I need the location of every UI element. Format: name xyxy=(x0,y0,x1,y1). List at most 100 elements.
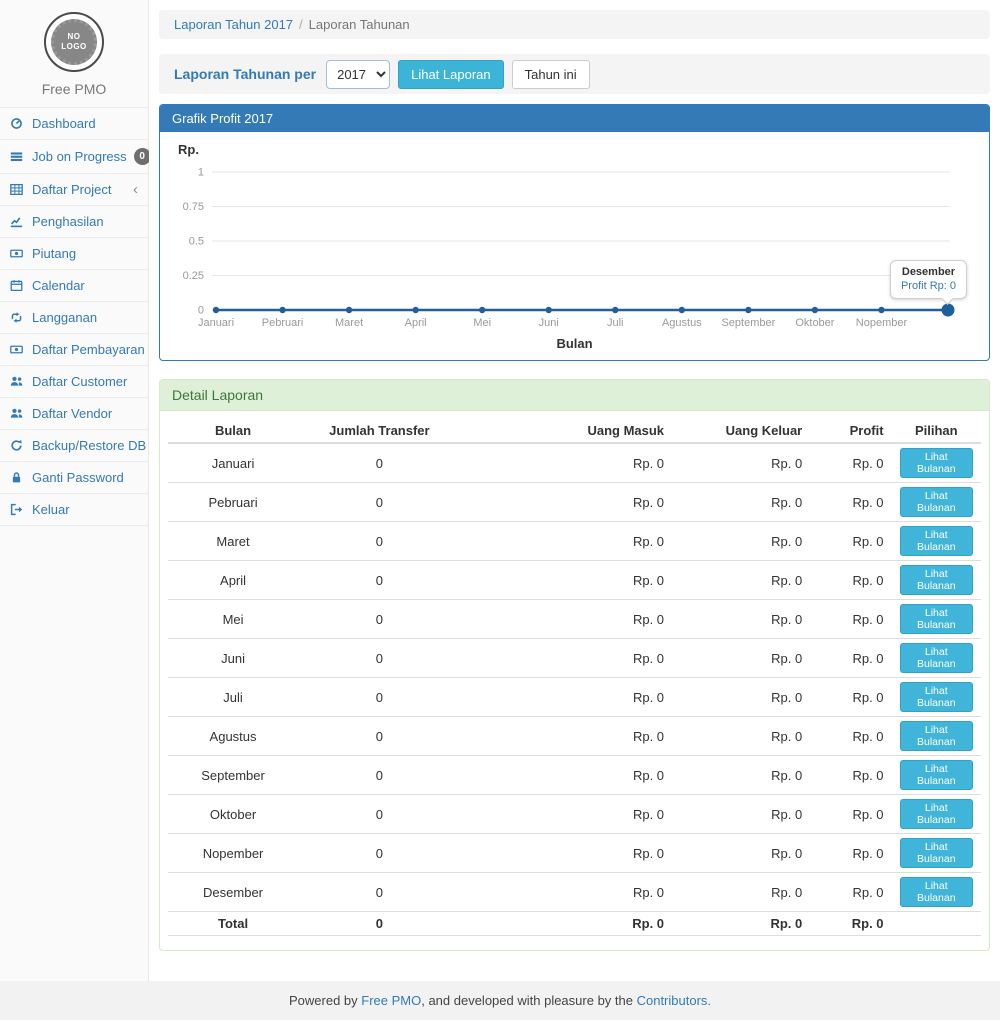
lihat-bulanan-button[interactable]: Lihat Bulanan xyxy=(900,643,973,673)
chart-panel-title: Grafik Profit 2017 xyxy=(160,105,989,132)
sidebar-item-label: Penghasilan xyxy=(32,214,104,229)
detail-table-wrap: BulanJumlah TransferUang MasukUang Kelua… xyxy=(160,411,989,950)
lihat-bulanan-button[interactable]: Lihat Bulanan xyxy=(900,799,973,829)
sidebar-item-dashboard[interactable]: Dashboard xyxy=(0,108,148,140)
x-tick-label: Maret xyxy=(335,317,363,329)
sidebar-item-label: Calendar xyxy=(32,278,85,293)
sidebar-item-label: Langganan xyxy=(32,310,97,325)
toolbar-label: Laporan Tahunan per xyxy=(174,66,316,82)
cell-bulan: Juni xyxy=(168,639,298,678)
cell-uang-masuk: Rp. 0 xyxy=(461,600,672,639)
detail-table: BulanJumlah TransferUang MasukUang Kelua… xyxy=(168,419,981,936)
cell-uang-keluar: Rp. 0 xyxy=(672,522,810,561)
sidebar-item-daftar-customer[interactable]: Daftar Customer xyxy=(0,366,148,398)
x-tick-label: Juni xyxy=(539,317,559,329)
money-icon xyxy=(10,343,25,356)
free-pmo-link[interactable]: Free PMO xyxy=(361,993,421,1008)
x-tick-label: Januari xyxy=(198,317,234,329)
lihat-bulanan-button[interactable]: Lihat Bulanan xyxy=(900,760,973,790)
data-point-september[interactable] xyxy=(745,307,751,313)
refresh-icon xyxy=(10,439,25,452)
data-point-juli[interactable] xyxy=(612,307,618,313)
sidebar-item-calendar[interactable]: Calendar xyxy=(0,270,148,302)
lock-icon xyxy=(10,471,25,484)
report-toolbar: Laporan Tahunan per 2017 Lihat Laporan T… xyxy=(159,54,990,94)
chart-tooltip: Desember Profit Rp: 0 xyxy=(890,260,967,299)
table-row-juni: Juni0Rp. 0Rp. 0Rp. 0Lihat Bulanan xyxy=(168,639,981,678)
sign-out-icon xyxy=(10,503,25,516)
lihat-bulanan-button[interactable]: Lihat Bulanan xyxy=(900,565,973,595)
lihat-bulanan-button[interactable]: Lihat Bulanan xyxy=(900,526,973,556)
cell-profit: Rp. 0 xyxy=(810,483,891,522)
users-icon xyxy=(10,407,25,420)
page: NO LOGO Free PMO DashboardJob on Progres… xyxy=(0,0,1000,981)
table-row-agustus: Agustus0Rp. 0Rp. 0Rp. 0Lihat Bulanan xyxy=(168,717,981,756)
cell-profit: Rp. 0 xyxy=(810,678,891,717)
data-point-agustus[interactable] xyxy=(679,307,685,313)
tooltip-title: Desember xyxy=(901,266,956,278)
cell-uang-masuk: Rp. 0 xyxy=(461,873,672,912)
detail-report-panel: Detail Laporan BulanJumlah TransferUang … xyxy=(159,379,990,951)
sidebar-item-backup-restore-db[interactable]: Backup/Restore DB xyxy=(0,430,148,462)
data-point-desember[interactable] xyxy=(942,304,955,317)
breadcrumb-link[interactable]: Laporan Tahun 2017 xyxy=(174,17,293,32)
data-point-maret[interactable] xyxy=(346,307,352,313)
sidebar-item-keluar[interactable]: Keluar xyxy=(0,494,148,526)
lihat-bulanan-button[interactable]: Lihat Bulanan xyxy=(900,448,973,478)
data-point-pebruari[interactable] xyxy=(279,307,285,313)
cell-uang-keluar: Rp. 0 xyxy=(672,483,810,522)
cell-uang-masuk: Rp. 0 xyxy=(461,443,672,483)
cell-jumlah-transfer: 0 xyxy=(298,522,461,561)
data-point-nopember[interactable] xyxy=(878,307,884,313)
lihat-bulanan-button[interactable]: Lihat Bulanan xyxy=(900,838,973,868)
lihat-bulanan-button[interactable]: Lihat Bulanan xyxy=(900,487,973,517)
sidebar-item-label: Daftar Vendor xyxy=(32,406,112,421)
data-point-oktober[interactable] xyxy=(812,307,818,313)
sidebar-item-daftar-pembayaran[interactable]: Daftar Pembayaran xyxy=(0,334,148,366)
lihat-bulanan-button[interactable]: Lihat Bulanan xyxy=(900,721,973,751)
sidebar-item-daftar-project[interactable]: Daftar Project‹ xyxy=(0,174,148,206)
sidebar-item-label: Job on Progress xyxy=(32,149,127,164)
sidebar-item-penghasilan[interactable]: Penghasilan xyxy=(0,206,148,238)
sidebar-item-label: Dashboard xyxy=(32,116,96,131)
sidebar-item-langganan[interactable]: Langganan xyxy=(0,302,148,334)
y-tick-label: 0.25 xyxy=(183,270,204,282)
lihat-bulanan-button[interactable]: Lihat Bulanan xyxy=(900,877,973,907)
cell-profit: Rp. 0 xyxy=(810,600,891,639)
cell-jumlah-transfer: 0 xyxy=(298,717,461,756)
cell-uang-keluar: Rp. 0 xyxy=(672,639,810,678)
sidebar-item-ganti-password[interactable]: Ganti Password xyxy=(0,462,148,494)
sidebar-item-piutang[interactable]: Piutang xyxy=(0,238,148,270)
year-select[interactable]: 2017 xyxy=(326,60,390,89)
contributors-link[interactable]: Contributors. xyxy=(637,993,711,1008)
data-point-mei[interactable] xyxy=(479,307,485,313)
lihat-bulanan-button[interactable]: Lihat Bulanan xyxy=(900,682,973,712)
data-point-juni[interactable] xyxy=(546,307,552,313)
lihat-laporan-button[interactable]: Lihat Laporan xyxy=(398,60,504,89)
detail-panel-title: Detail Laporan xyxy=(160,380,989,411)
retweet-icon xyxy=(10,311,25,324)
cell-uang-keluar: Rp. 0 xyxy=(672,756,810,795)
tahun-ini-button[interactable]: Tahun ini xyxy=(512,60,590,89)
breadcrumb-current: Laporan Tahunan xyxy=(309,17,410,32)
sidebar-item-label: Keluar xyxy=(32,502,70,517)
app-logo: NO LOGO xyxy=(44,12,104,72)
data-point-april[interactable] xyxy=(412,307,418,313)
main-content: Laporan Tahun 2017/Laporan Tahunan Lapor… xyxy=(149,0,1000,981)
cell-bulan: Januari xyxy=(168,443,298,483)
lihat-bulanan-button[interactable]: Lihat Bulanan xyxy=(900,604,973,634)
footer-text-middle: , and developed with pleasure by the xyxy=(421,993,636,1008)
profit-line-chart: 00.250.50.751JanuariPebruariMaretAprilMe… xyxy=(168,160,981,332)
cell-bulan: Maret xyxy=(168,522,298,561)
sidebar-item-job-on-progress[interactable]: Job on Progress0 xyxy=(0,140,148,174)
cell-uang-masuk: Rp. 0 xyxy=(461,834,672,873)
x-axis-title: Bulan xyxy=(168,332,981,352)
data-point-januari[interactable] xyxy=(213,307,219,313)
cell-profit: Rp. 0 xyxy=(810,795,891,834)
cell-bulan: Nopember xyxy=(168,834,298,873)
cell-uang-keluar: Rp. 0 xyxy=(672,443,810,483)
cell-profit: Rp. 0 xyxy=(810,522,891,561)
sidebar-item-daftar-vendor[interactable]: Daftar Vendor xyxy=(0,398,148,430)
x-tick-label: September xyxy=(721,317,775,329)
sidebar-item-label: Daftar Customer xyxy=(32,374,127,389)
